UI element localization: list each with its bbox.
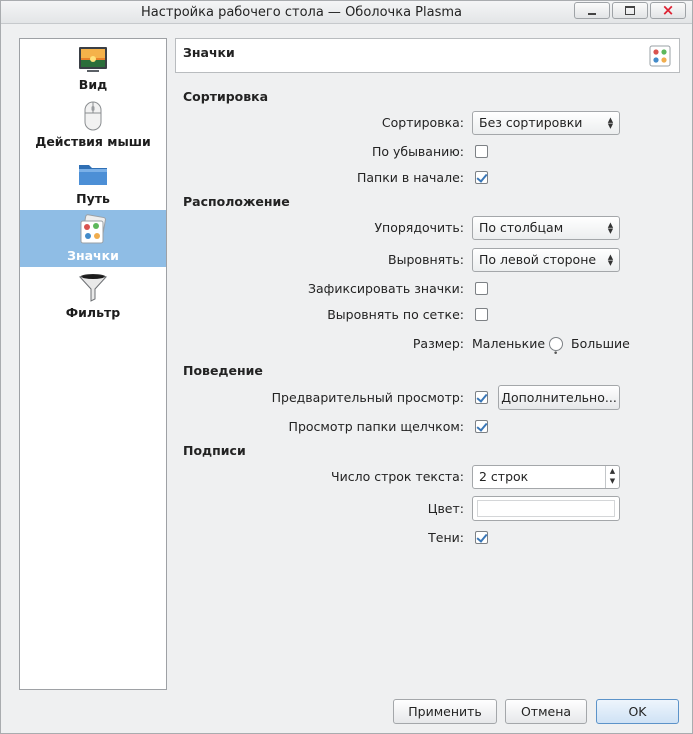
sort-label: Сортировка: — [381, 115, 464, 130]
ok-button[interactable]: OK — [596, 699, 679, 724]
size-small-label: Маленькие — [472, 336, 546, 351]
popup-label: Просмотр папки щелчком: — [288, 419, 464, 434]
folder-icon — [79, 165, 107, 185]
sidebar-item-path[interactable]: Путь — [20, 153, 166, 210]
wallpaper-icon — [79, 47, 107, 72]
align-grid-label: Выровнять по сетке: — [327, 307, 464, 322]
lock-icons-label: Зафиксировать значки: — [307, 281, 464, 296]
align-grid-checkbox[interactable] — [475, 308, 488, 321]
sidebar-item-filter[interactable]: Фильтр — [20, 267, 166, 324]
color-swatch — [477, 500, 615, 517]
apply-button[interactable]: Применить — [393, 699, 497, 724]
popup-checkbox[interactable] — [475, 420, 488, 433]
slider-tick-icon: • — [553, 349, 559, 359]
section-behavior: Поведение — [183, 363, 263, 378]
more-preview-button[interactable]: Дополнительно... — [498, 385, 620, 410]
spin-arrows-icon[interactable]: ▲ ▼ — [605, 466, 619, 488]
section-sorting: Сортировка — [183, 89, 269, 104]
funnel-icon — [78, 274, 108, 302]
lock-icons-checkbox[interactable] — [475, 282, 488, 295]
folders-first-checkbox[interactable] — [475, 171, 488, 184]
preview-label: Предварительный просмотр: — [271, 390, 464, 405]
maximize-icon — [625, 6, 635, 15]
minimize-icon — [588, 12, 596, 15]
close-button[interactable]: × — [650, 2, 686, 19]
size-label: Размер: — [412, 336, 464, 351]
section-captions: Подписи — [183, 443, 246, 458]
color-label: Цвет: — [427, 501, 464, 516]
arrange-label: Упорядочить: — [374, 220, 464, 235]
sidebar-item-label: Вид — [78, 77, 108, 92]
page-title: Значки — [183, 45, 235, 60]
align-combo[interactable]: По левой стороне ▲ ▼ — [472, 248, 620, 272]
page-header: Значки — [175, 38, 680, 73]
color-picker-button[interactable] — [472, 496, 620, 521]
lines-label: Число строк текста: — [331, 469, 464, 484]
sidebar-item-label: Фильтр — [65, 305, 121, 320]
sidebar-item-label: Действия мыши — [35, 134, 151, 149]
settings-window: Настройка рабочего стола — Оболочка Plas… — [0, 0, 693, 734]
close-icon: × — [661, 1, 675, 19]
align-combo-value: По левой стороне — [479, 252, 597, 267]
shadow-label: Тени: — [428, 530, 464, 545]
descending-checkbox[interactable] — [475, 145, 488, 158]
lines-spinbox[interactable]: 2 строк ▲ ▼ — [472, 465, 620, 489]
lines-spinbox-value: 2 строк — [479, 469, 529, 484]
updown-arrows-icon: ▲ ▼ — [607, 221, 614, 235]
sidebar-item-label: Значки — [67, 248, 119, 263]
sidebar-item-icons[interactable]: Значки — [20, 210, 166, 267]
cancel-button[interactable]: Отмена — [505, 699, 587, 724]
sort-combo-value: Без сортировки — [479, 115, 583, 130]
sidebar: Вид Действия мыши Путь Значки Фильтр — [19, 38, 167, 690]
icons-icon — [80, 214, 106, 244]
section-arrangement: Расположение — [183, 194, 290, 209]
minimize-button[interactable] — [574, 2, 610, 19]
sidebar-item-label: Путь — [76, 191, 110, 206]
title-bar[interactable]: Настройка рабочего стола — Оболочка Plas… — [1, 1, 692, 24]
descending-label: По убыванию: — [371, 144, 464, 159]
arrange-combo[interactable]: По столбцам ▲ ▼ — [472, 216, 620, 240]
size-large-label: Большие — [571, 336, 630, 351]
updown-arrows-icon: ▲ ▼ — [607, 116, 614, 130]
maximize-button[interactable] — [612, 2, 648, 19]
sort-combo[interactable]: Без сортировки ▲ ▼ — [472, 111, 620, 135]
icons-icon — [649, 45, 671, 67]
preview-checkbox[interactable] — [475, 391, 488, 404]
shadow-checkbox[interactable] — [475, 531, 488, 544]
mouse-icon — [84, 101, 102, 131]
arrange-combo-value: По столбцам — [479, 220, 564, 235]
updown-arrows-icon: ▲ ▼ — [607, 253, 614, 267]
folders-first-label: Папки в начале: — [357, 170, 464, 185]
sidebar-item-mouse-actions[interactable]: Действия мыши — [20, 96, 166, 153]
sidebar-item-view[interactable]: Вид — [20, 39, 166, 96]
align-label: Выровнять: — [388, 252, 464, 267]
